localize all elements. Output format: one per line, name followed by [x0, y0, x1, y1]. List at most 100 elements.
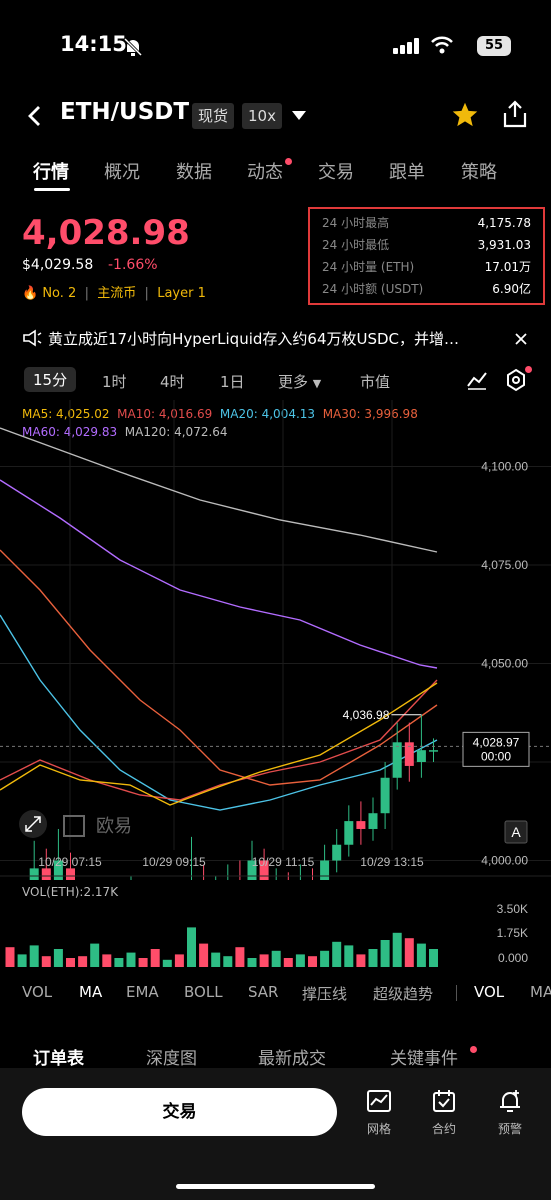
indicator-bar: VOL MA EMA BOLL SAR 撑压线 超级趋势 VOL MA	[0, 980, 551, 1006]
last-price: 4,028.98	[22, 213, 190, 253]
tab-key-events[interactable]: 关键事件	[390, 1044, 458, 1069]
tab-order-book[interactable]: 订单表	[33, 1044, 84, 1069]
stat-row: 24 小时最低 3,931.03	[322, 234, 531, 256]
volume-bar	[174, 954, 184, 967]
alert-label: 预警	[497, 1122, 522, 1136]
grid-icon	[367, 1090, 391, 1112]
indicator-sr[interactable]: 撑压线	[302, 983, 347, 1004]
indicator-boll[interactable]: BOLL	[184, 983, 223, 1001]
auto-scale-label: A	[511, 824, 521, 840]
volume-axis-label: 3.50K	[497, 902, 528, 916]
lower-tabs: 订单表 深度图 最新成交 关键事件	[0, 1040, 551, 1070]
indicator-sar[interactable]: SAR	[248, 983, 278, 1001]
candle-body	[392, 742, 402, 778]
volume-bar	[78, 956, 88, 967]
battery-indicator: 55	[477, 36, 511, 56]
share-icon[interactable]	[502, 100, 528, 128]
interval-more[interactable]: 更多 ▼	[278, 371, 321, 392]
y-axis-label: 4,050.00	[481, 657, 528, 671]
candle-body	[380, 777, 390, 814]
indicator-ma[interactable]: MA	[79, 983, 102, 1001]
volume-bar	[199, 943, 209, 967]
stat-row: 24 小时额 (USDT) 6.90亿	[322, 278, 531, 300]
contract-label: 合约	[431, 1122, 456, 1136]
contract-button[interactable]: 合约	[418, 1088, 470, 1137]
tab-latest-trades[interactable]: 最新成交	[258, 1044, 326, 1069]
candle-body	[356, 821, 366, 829]
volume-bar	[126, 952, 136, 967]
volume-bar	[380, 940, 390, 967]
trade-button[interactable]: 交易	[22, 1088, 337, 1136]
tab-market[interactable]: 行情	[33, 158, 69, 184]
countdown-label: 00:00	[481, 749, 511, 763]
volume-bar	[332, 941, 342, 967]
candle-body	[429, 750, 438, 752]
high-marker: 4,036.98	[343, 708, 390, 722]
indicator-vol[interactable]: VOL	[22, 983, 52, 1001]
grid-button[interactable]: 网格	[353, 1088, 405, 1137]
rank-tag[interactable]: No. 2	[42, 286, 76, 301]
wifi-icon	[431, 36, 453, 54]
stat-label: 24 小时量 (ETH)	[322, 260, 415, 274]
interval-1h[interactable]: 1时	[102, 371, 127, 392]
interval-15m[interactable]: 15分	[24, 367, 77, 392]
candle-body	[368, 813, 378, 829]
pair-title[interactable]: ETH/USDT	[60, 99, 189, 125]
interval-1d[interactable]: 1日	[220, 371, 245, 392]
indicator-ma-sub[interactable]: MA	[530, 983, 551, 1001]
pair-header: ETH/USDT 现货 10x	[0, 95, 551, 137]
stat-label: 24 小时最高	[322, 216, 390, 230]
category-tag[interactable]: 主流币	[97, 286, 136, 301]
candle-body	[66, 868, 75, 880]
volume-bar	[114, 958, 124, 967]
star-icon[interactable]	[451, 101, 479, 129]
volume-axis-label: 1.75K	[497, 926, 528, 940]
y-axis-label: 4,000.00	[481, 854, 528, 868]
grid-label: 网格	[366, 1122, 391, 1136]
indicator-ema[interactable]: EMA	[126, 983, 159, 1001]
y-axis-label: 4,075.00	[481, 558, 528, 572]
volume-bar	[429, 949, 438, 967]
ma5-line	[0, 682, 438, 806]
volume-bar	[223, 956, 233, 967]
candle-body	[404, 742, 414, 766]
indicator-icon[interactable]	[466, 370, 488, 390]
tab-trade[interactable]: 交易	[318, 158, 354, 184]
volume-bar	[150, 949, 160, 967]
flame-icon: 🔥	[22, 286, 39, 301]
stats-box: 24 小时最高 4,175.78 24 小时最低 3,931.03 24 小时量 (…	[308, 207, 545, 305]
market-cap-toggle[interactable]: 市值	[360, 371, 390, 392]
indicator-supertrend[interactable]: 超级趋势	[373, 983, 433, 1004]
volume-bar	[187, 927, 196, 967]
alert-button[interactable]: 预警	[484, 1088, 536, 1137]
back-icon[interactable]	[26, 105, 44, 127]
y-axis-label: 4,100.00	[481, 460, 528, 474]
tab-feed[interactable]: 动态	[247, 158, 283, 184]
tab-overview[interactable]: 概况	[104, 158, 140, 184]
tab-strategy[interactable]: 策略	[461, 158, 497, 184]
volume-bar	[247, 958, 257, 967]
volume-bar	[320, 950, 330, 967]
news-ticker[interactable]: 黄立成近17小时向HyperLiquid存入约64万枚USDC，并增…	[22, 328, 532, 349]
signal-icon	[393, 38, 419, 54]
close-icon[interactable]	[514, 332, 528, 346]
tab-depth[interactable]: 深度图	[146, 1044, 197, 1069]
x-axis-label: 10/29 11:15	[252, 855, 315, 869]
settings-hex-icon[interactable]	[505, 368, 527, 392]
home-indicator	[176, 1184, 375, 1189]
layer-tag[interactable]: Layer 1	[157, 286, 206, 301]
tab-underline	[34, 188, 70, 191]
volume-bar	[416, 943, 426, 967]
indicator-vol-sub[interactable]: VOL	[474, 983, 504, 1001]
candle-body	[29, 868, 39, 880]
tab-data[interactable]: 数据	[176, 158, 212, 184]
volume-chart: 3.50K 1.75K 0.000	[5, 902, 528, 967]
tab-copy[interactable]: 跟单	[389, 158, 425, 184]
volume-bar	[102, 954, 112, 967]
pair-dropdown-icon[interactable]	[292, 111, 306, 121]
spot-tag: 现货	[192, 103, 235, 129]
interval-4h[interactable]: 4时	[160, 371, 185, 392]
volume-bar	[90, 943, 100, 967]
bell-off-icon	[123, 37, 143, 57]
candlestick-chart[interactable]: 4,100.004,075.004,050.004,000.003,975.00…	[0, 400, 551, 880]
